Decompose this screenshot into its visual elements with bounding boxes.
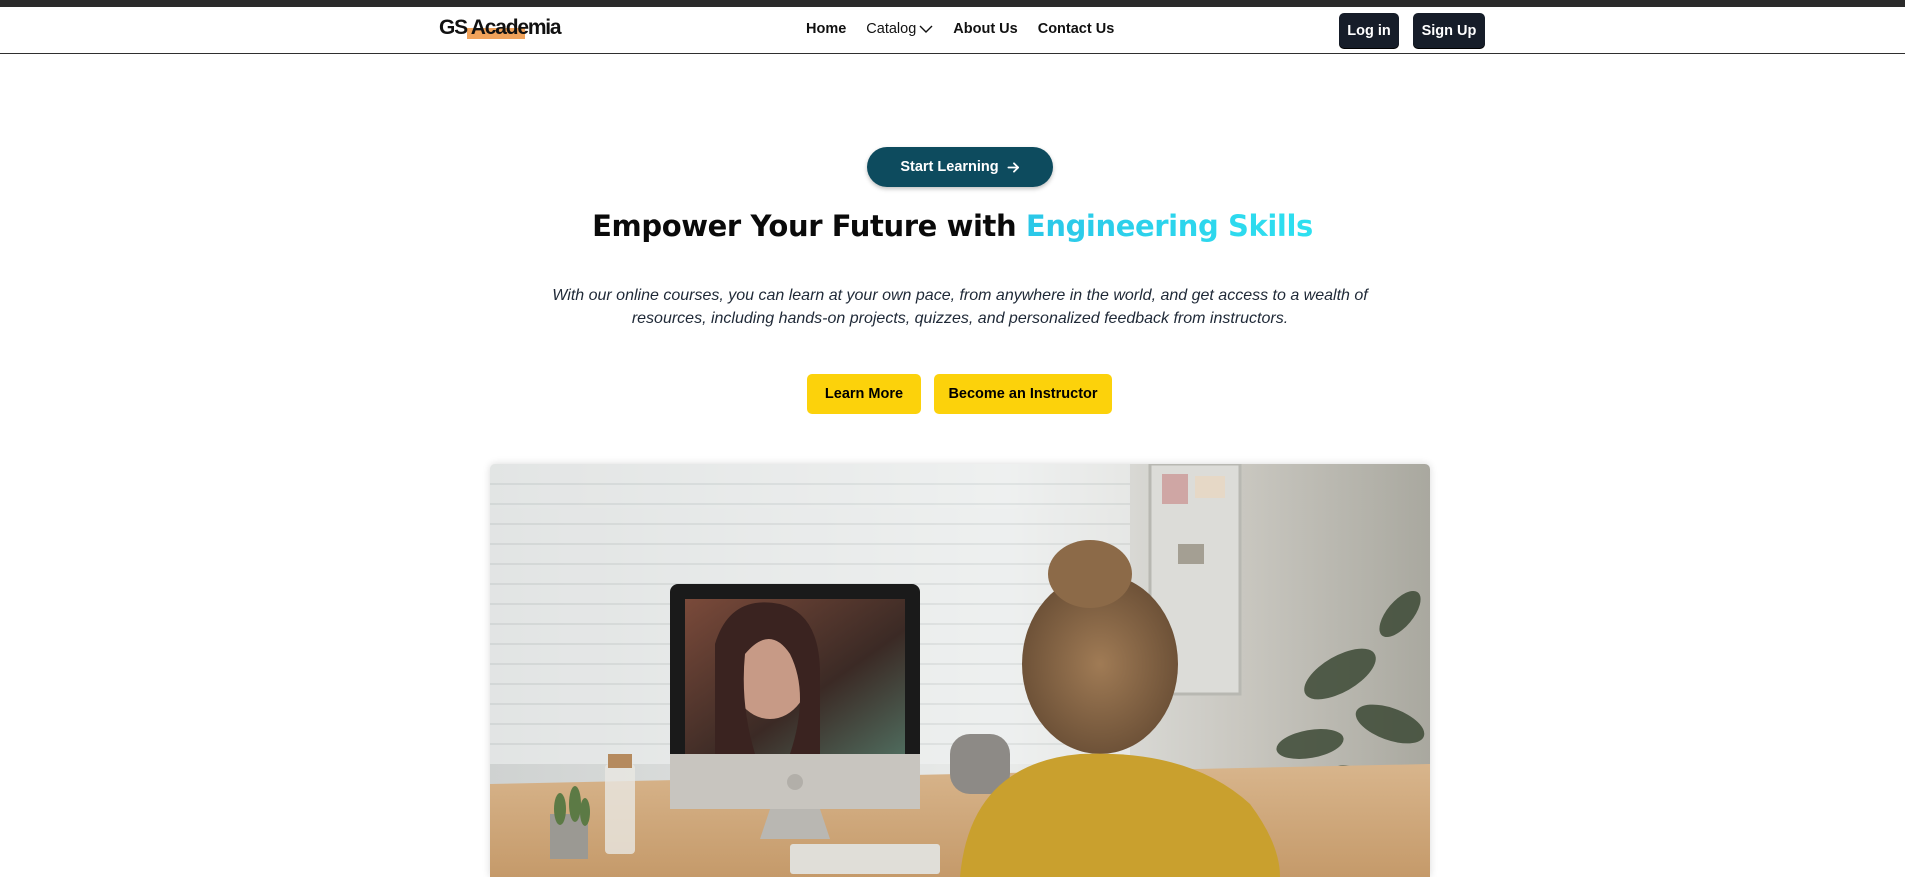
site-logo[interactable]: GS Academia — [439, 16, 562, 40]
nav-link-contact[interactable]: Contact Us — [1038, 21, 1115, 37]
nav-link-catalog-label: Catalog — [866, 21, 917, 37]
learn-more-button[interactable]: Learn More — [807, 374, 921, 414]
headline-prefix: Empower Your Future with — [592, 209, 1026, 243]
nav-link-home[interactable]: Home — [806, 21, 846, 37]
start-learning-label: Start Learning — [900, 159, 999, 175]
hero-description: With our online courses, you can learn a… — [552, 287, 1368, 327]
hero-image — [490, 464, 1430, 877]
navbar: GS Academia Home Catalog About Us Contac… — [0, 7, 1905, 54]
headline-highlight: Engineering Skills — [1025, 209, 1313, 243]
start-learning-button[interactable]: Start Learning — [867, 147, 1053, 187]
nav-link-catalog[interactable]: Catalog — [866, 21, 933, 37]
main-nav: Home Catalog About Us Contact Us — [806, 21, 1134, 37]
hero-photo-illustration — [490, 464, 1430, 877]
signup-button[interactable]: Sign Up — [1413, 13, 1485, 48]
arrow-right-icon — [1007, 161, 1019, 173]
hero-headline: Empower Your Future with Engineering Ski… — [0, 209, 1905, 243]
logo-text: GS Academia — [439, 16, 562, 39]
browser-top-strip — [0, 0, 1905, 7]
become-instructor-button[interactable]: Become an Instructor — [934, 374, 1112, 414]
chevron-down-icon — [919, 25, 933, 33]
nav-link-about[interactable]: About Us — [953, 21, 1017, 37]
login-button[interactable]: Log in — [1339, 13, 1399, 48]
